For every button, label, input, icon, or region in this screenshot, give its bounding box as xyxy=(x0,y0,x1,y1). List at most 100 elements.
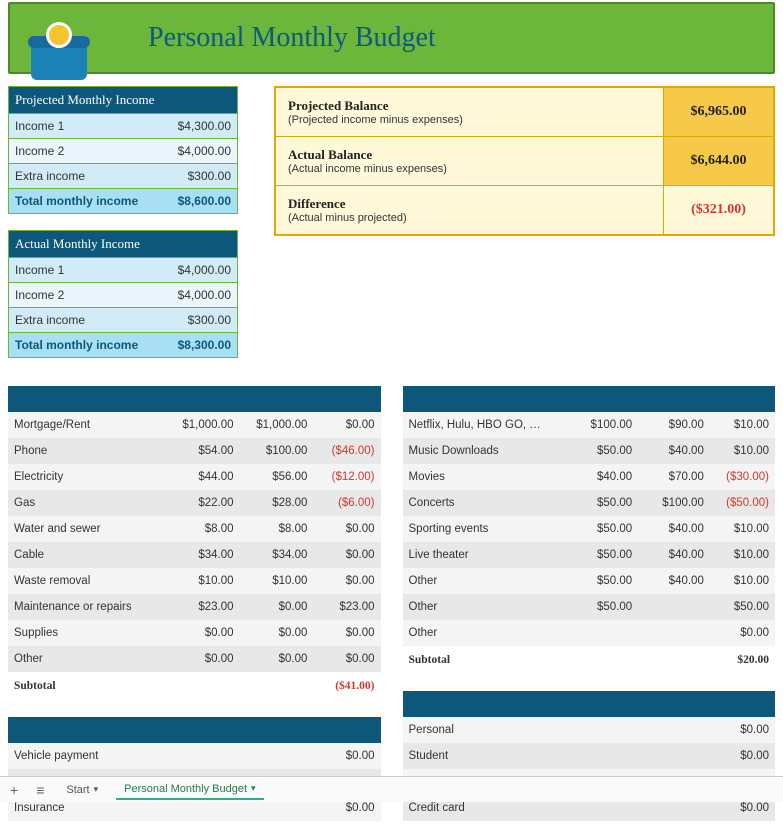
income-label[interactable]: Income 2 xyxy=(9,283,163,308)
expense-name[interactable]: Maintenance or repairs xyxy=(8,594,148,620)
income-amount[interactable]: $4,000.00 xyxy=(163,139,238,164)
expense-name[interactable]: Other xyxy=(8,646,148,672)
expense-name[interactable]: Student xyxy=(403,743,493,769)
expense-diff: ($30.00) xyxy=(710,464,775,490)
expense-name[interactable]: Other xyxy=(403,568,550,594)
income-amount[interactable]: $4,000.00 xyxy=(163,283,238,308)
expense-name[interactable]: Concerts xyxy=(403,490,550,516)
income-label[interactable]: Income 1 xyxy=(9,258,163,283)
expense-name[interactable]: Personal xyxy=(403,717,493,743)
expense-actual[interactable]: $40.00 xyxy=(638,568,710,594)
expense-actual[interactable] xyxy=(638,620,710,646)
expense-diff: $0.00 xyxy=(313,646,380,672)
expense-projected[interactable]: $50.00 xyxy=(550,438,638,464)
expense-name[interactable]: Mortgage/Rent xyxy=(8,412,148,438)
actual-income-table: Actual Monthly Income Income 1$4,000.00 … xyxy=(8,230,238,358)
expense-projected[interactable]: $50.00 xyxy=(550,568,638,594)
expense-projected[interactable]: $50.00 xyxy=(550,516,638,542)
expense-projected[interactable]: $34.00 xyxy=(148,542,239,568)
expense-name[interactable]: Other xyxy=(403,594,550,620)
expense-projected[interactable]: $10.00 xyxy=(148,568,239,594)
expense-actual[interactable]: $100.00 xyxy=(240,438,314,464)
expense-projected[interactable]: $1,000.00 xyxy=(148,412,239,438)
expense-projected[interactable] xyxy=(143,743,236,769)
expense-actual[interactable] xyxy=(236,743,312,769)
income-label[interactable]: Income 1 xyxy=(9,114,163,139)
expense-diff: ($12.00) xyxy=(313,464,380,490)
expense-actual[interactable]: $40.00 xyxy=(638,542,710,568)
expense-actual[interactable]: $56.00 xyxy=(240,464,314,490)
expense-projected[interactable] xyxy=(492,743,603,769)
expense-projected[interactable]: $50.00 xyxy=(550,594,638,620)
expense-actual[interactable]: $1,000.00 xyxy=(240,412,314,438)
expense-actual[interactable]: $0.00 xyxy=(240,620,314,646)
expense-diff: $0.00 xyxy=(312,743,381,769)
expense-name[interactable]: Waste removal xyxy=(8,568,148,594)
expense-actual[interactable]: $0.00 xyxy=(240,646,314,672)
expense-row: Netflix, Hulu, HBO GO, Prin$100.00$90.00… xyxy=(403,412,776,438)
expense-actual[interactable] xyxy=(603,743,693,769)
expense-projected[interactable]: $23.00 xyxy=(148,594,239,620)
expense-name[interactable]: Other xyxy=(403,620,550,646)
expense-actual[interactable]: $28.00 xyxy=(240,490,314,516)
expense-row: Water and sewer$8.00$8.00$0.00 xyxy=(8,516,381,542)
expense-projected[interactable] xyxy=(550,620,638,646)
income-total-label: Total monthly income xyxy=(9,333,163,358)
expense-name[interactable]: Water and sewer xyxy=(8,516,148,542)
balance-sub: (Actual income minus expenses) xyxy=(288,163,651,175)
expense-name[interactable]: Electricity xyxy=(8,464,148,490)
income-amount[interactable]: $300.00 xyxy=(163,308,238,333)
expense-actual[interactable]: $40.00 xyxy=(638,516,710,542)
expense-name[interactable]: Phone xyxy=(8,438,148,464)
expense-name[interactable]: Supplies xyxy=(8,620,148,646)
expense-actual[interactable]: $90.00 xyxy=(638,412,710,438)
expense-actual[interactable]: $10.00 xyxy=(240,568,314,594)
income-label[interactable]: Extra income xyxy=(9,164,163,189)
subtotal-label: Subtotal xyxy=(8,672,148,699)
col-actual: Actual Cost xyxy=(638,386,710,412)
expense-actual[interactable] xyxy=(603,717,693,743)
expense-row: Student$0.00 xyxy=(403,743,776,769)
expense-projected[interactable]: $50.00 xyxy=(550,490,638,516)
expense-name[interactable]: Music Downloads xyxy=(403,438,550,464)
expense-projected[interactable]: $0.00 xyxy=(148,620,239,646)
expense-row: Phone$54.00$100.00($46.00) xyxy=(8,438,381,464)
expense-projected[interactable]: $22.00 xyxy=(148,490,239,516)
expense-projected[interactable]: $0.00 xyxy=(148,646,239,672)
expense-name[interactable]: Gas xyxy=(8,490,148,516)
difference-balance-row: Difference (Actual minus projected) ($32… xyxy=(276,186,773,234)
expense-row: Other$0.00$0.00$0.00 xyxy=(8,646,381,672)
expense-projected[interactable]: $50.00 xyxy=(550,542,638,568)
expense-projected[interactable]: $44.00 xyxy=(148,464,239,490)
expense-actual[interactable]: $40.00 xyxy=(638,438,710,464)
expense-row: Vehicle payment $0.00 xyxy=(8,743,381,769)
sheet-menu-icon[interactable]: ≡ xyxy=(32,782,48,798)
income-label[interactable]: Income 2 xyxy=(9,139,163,164)
expense-diff: $0.00 xyxy=(710,620,775,646)
expense-actual[interactable]: $8.00 xyxy=(240,516,314,542)
expense-name[interactable]: Vehicle payment xyxy=(8,743,143,769)
expense-actual[interactable]: $70.00 xyxy=(638,464,710,490)
expense-projected[interactable]: $100.00 xyxy=(550,412,638,438)
income-amount[interactable]: $4,300.00 xyxy=(163,114,238,139)
expense-actual[interactable] xyxy=(638,594,710,620)
income-label[interactable]: Extra income xyxy=(9,308,163,333)
expense-projected[interactable] xyxy=(492,717,603,743)
expense-actual[interactable]: $100.00 xyxy=(638,490,710,516)
expense-name[interactable]: Sporting events xyxy=(403,516,550,542)
expense-projected[interactable]: $8.00 xyxy=(148,516,239,542)
income-amount[interactable]: $300.00 xyxy=(163,164,238,189)
income-amount[interactable]: $4,000.00 xyxy=(163,258,238,283)
expense-actual[interactable]: $0.00 xyxy=(240,594,314,620)
add-sheet-icon[interactable]: + xyxy=(6,782,22,798)
expense-name[interactable]: Live theater xyxy=(403,542,550,568)
expense-name[interactable]: Netflix, Hulu, HBO GO, Prin xyxy=(403,412,550,438)
expense-projected[interactable]: $40.00 xyxy=(550,464,638,490)
expense-projected[interactable]: $54.00 xyxy=(148,438,239,464)
tab-budget[interactable]: Personal Monthly Budget xyxy=(116,780,263,800)
expense-row: Other $0.00 xyxy=(403,620,776,646)
tab-start[interactable]: Start xyxy=(58,781,106,799)
expense-actual[interactable]: $34.00 xyxy=(240,542,314,568)
expense-name[interactable]: Movies xyxy=(403,464,550,490)
expense-name[interactable]: Cable xyxy=(8,542,148,568)
